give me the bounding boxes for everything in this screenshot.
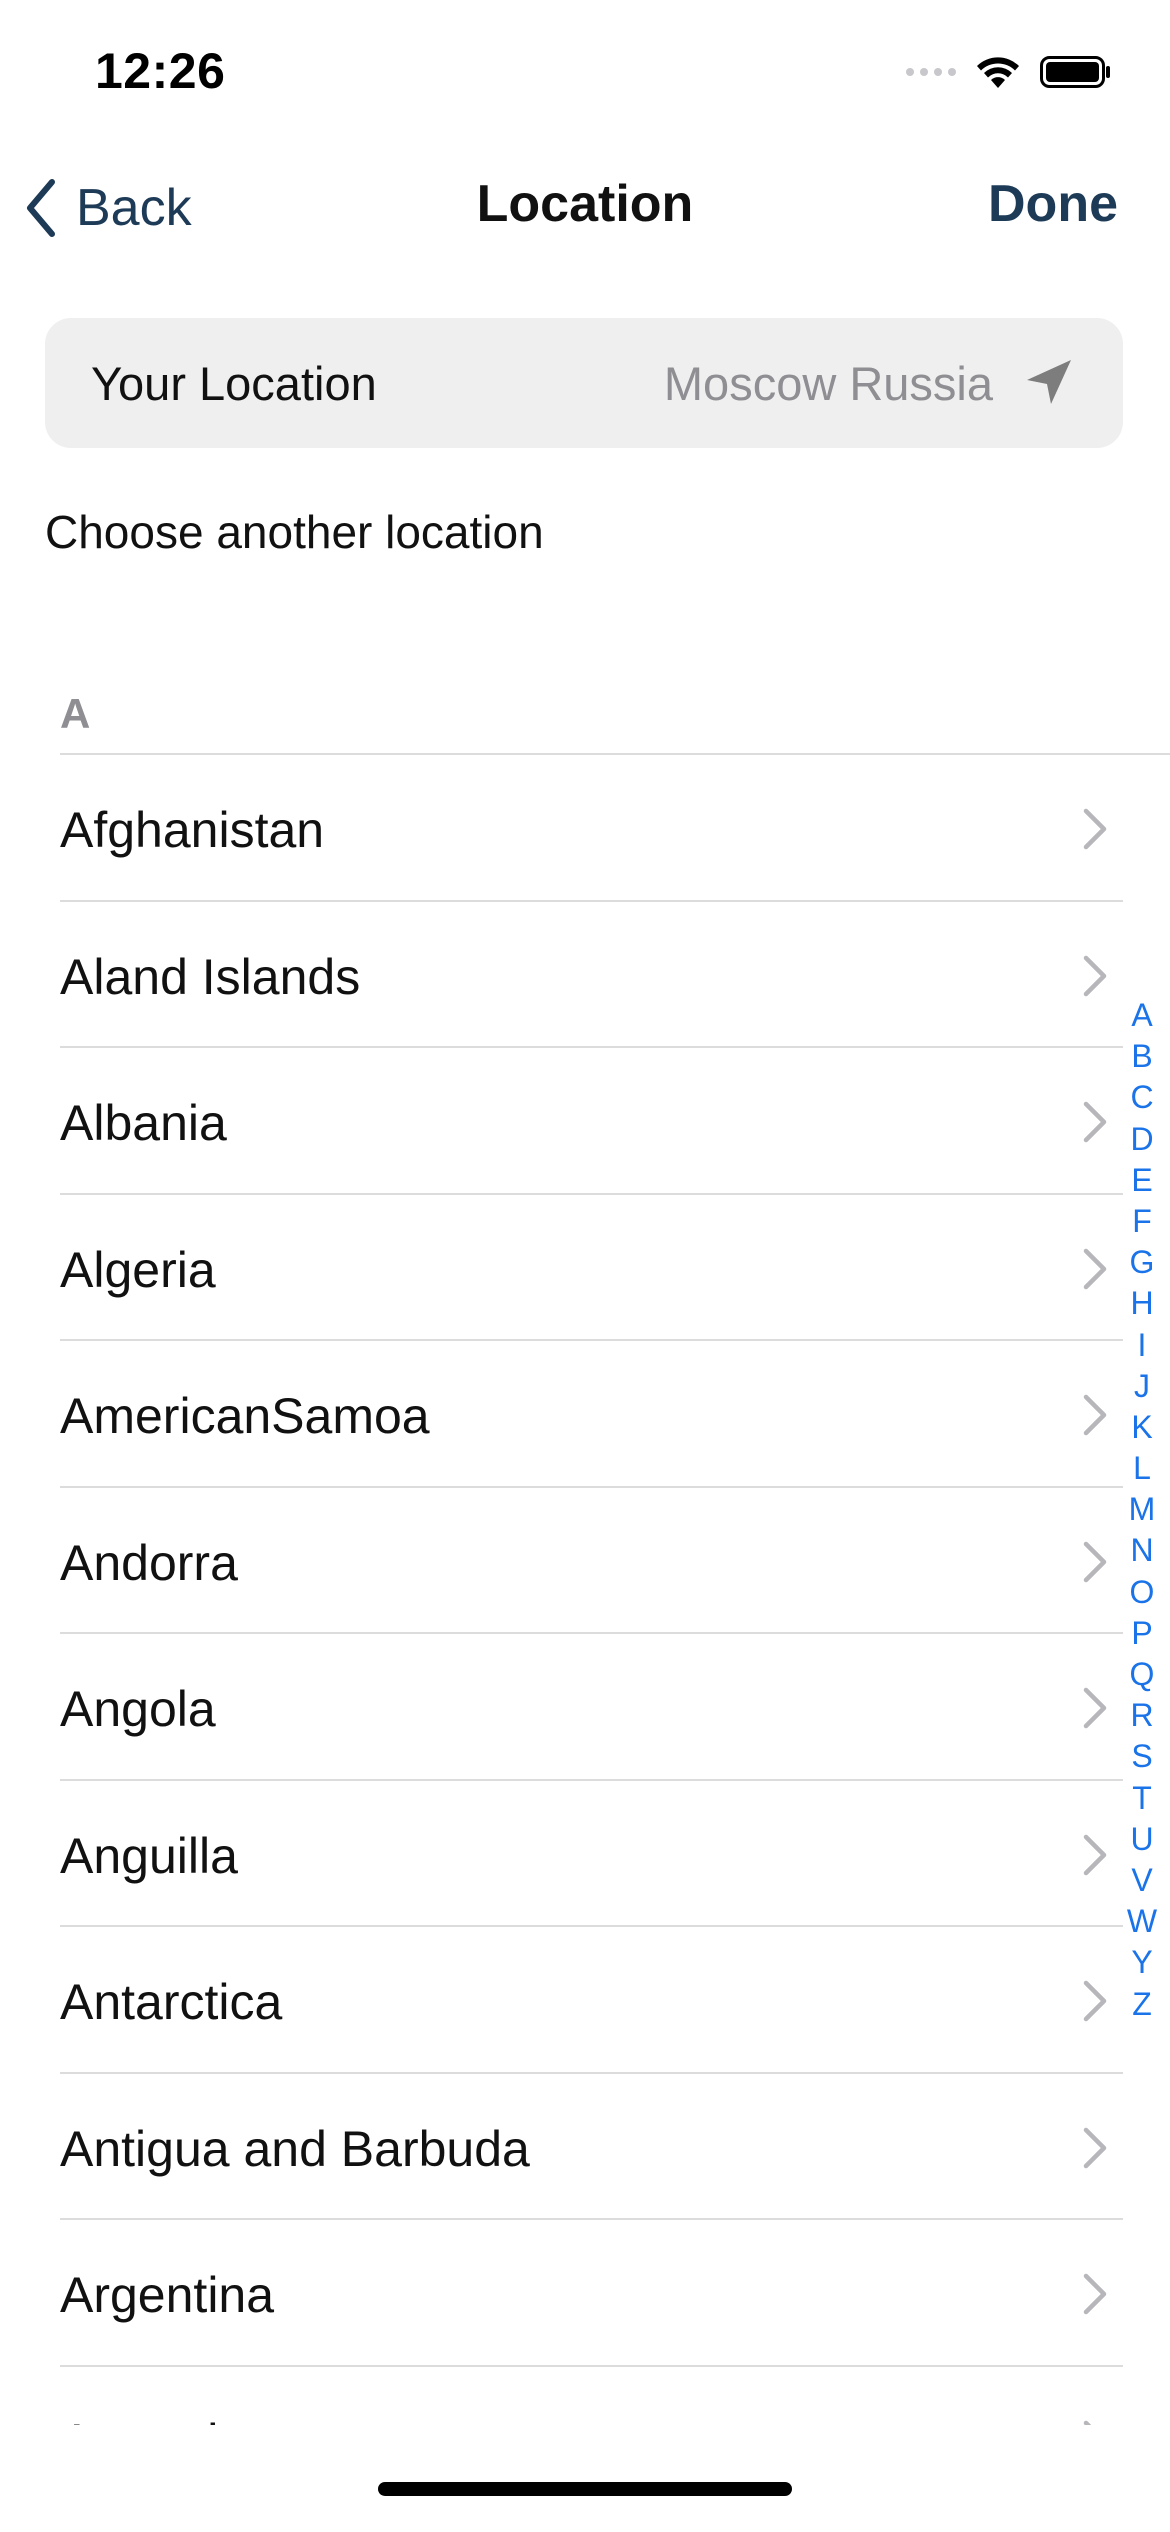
chevron-right-icon <box>1083 2127 1107 2168</box>
section-header-a: A <box>60 690 91 737</box>
index-letter-l[interactable]: L <box>1133 1448 1151 1489</box>
index-letter-k[interactable]: K <box>1131 1407 1152 1448</box>
country-name: Antigua and Barbuda <box>60 2120 530 2177</box>
country-name: Algeria <box>60 1241 216 1298</box>
chevron-right-icon <box>1083 2420 1092 2425</box>
done-button[interactable]: Done <box>988 174 1118 234</box>
country-list: Afghanistan Aland Islands Albania Algeri… <box>0 755 1170 2425</box>
wifi-icon <box>977 57 1019 88</box>
country-row[interactable]: Albania <box>0 1048 1170 1195</box>
index-letter-m[interactable]: M <box>1129 1489 1156 1530</box>
choose-another-location-label: Choose another location <box>45 506 544 558</box>
index-letter-z[interactable]: Z <box>1132 1984 1152 2025</box>
chevron-right-icon <box>1083 1101 1107 1143</box>
country-row[interactable]: Andorra <box>0 1488 1170 1635</box>
country-row[interactable]: Angola <box>0 1634 1170 1781</box>
index-letter-q[interactable]: Q <box>1130 1654 1155 1695</box>
country-name: Angola <box>60 1681 216 1737</box>
home-indicator[interactable] <box>378 2482 792 2496</box>
country-row[interactable]: Anguilla <box>0 1781 1170 1928</box>
battery-icon <box>1040 56 1110 88</box>
cellular-signal-icon <box>906 68 956 76</box>
chevron-right-icon <box>1083 1687 1107 1729</box>
country-name: Albania <box>60 1095 227 1151</box>
chevron-right-icon <box>1083 808 1107 850</box>
status-icons <box>906 52 1112 92</box>
chevron-right-icon <box>1083 955 1107 996</box>
country-row[interactable]: AmericanSamoa <box>0 1341 1170 1488</box>
index-letter-r[interactable]: R <box>1130 1695 1153 1736</box>
country-row[interactable]: Afghanistan <box>0 755 1170 902</box>
country-row[interactable]: Argentina <box>0 2220 1170 2367</box>
chevron-right-icon <box>1083 1980 1107 2022</box>
index-letter-u[interactable]: U <box>1130 1819 1153 1860</box>
country-name: Andorra <box>60 1534 238 1591</box>
index-letter-w[interactable]: W <box>1127 1901 1157 1942</box>
index-letter-j[interactable]: J <box>1134 1366 1150 1407</box>
chevron-right-icon <box>1083 1834 1107 1875</box>
country-name: Armenia <box>60 2413 246 2426</box>
chevron-right-icon <box>1083 1394 1107 1436</box>
index-letter-s[interactable]: S <box>1131 1736 1152 1777</box>
country-name: Aland Islands <box>60 948 361 1005</box>
navigation-bar: Back Location Done <box>0 160 1170 255</box>
index-letter-t[interactable]: T <box>1132 1778 1152 1819</box>
index-letter-g[interactable]: G <box>1130 1242 1155 1283</box>
chevron-right-icon <box>1083 2273 1107 2315</box>
index-letter-a[interactable]: A <box>1131 995 1152 1036</box>
country-row[interactable]: Antigua and Barbuda <box>0 2074 1170 2221</box>
index-letter-n[interactable]: N <box>1130 1530 1153 1571</box>
status-time: 12:26 <box>95 43 226 99</box>
your-location-value: Moscow Russia <box>663 357 993 410</box>
your-location-row[interactable]: Your Location Moscow Russia <box>45 318 1123 448</box>
country-row[interactable]: Antarctica <box>0 1927 1170 2074</box>
index-letter-v[interactable]: V <box>1131 1860 1152 1901</box>
country-row[interactable]: Algeria <box>0 1195 1170 1342</box>
index-letter-y[interactable]: Y <box>1131 1942 1152 1983</box>
chevron-right-icon <box>1083 1248 1107 1289</box>
index-letter-p[interactable]: P <box>1131 1613 1152 1654</box>
alphabet-index[interactable]: A B C D E F G H I J K L M N O P Q R S T … <box>1122 995 1162 2025</box>
index-letter-f[interactable]: F <box>1132 1201 1152 1242</box>
location-arrow-icon <box>1027 360 1071 404</box>
index-letter-e[interactable]: E <box>1131 1160 1152 1201</box>
country-name: Antarctica <box>60 1974 283 2030</box>
index-letter-d[interactable]: D <box>1130 1119 1153 1160</box>
status-bar: 12:26 <box>0 0 1170 145</box>
index-letter-i[interactable]: I <box>1138 1325 1147 1366</box>
index-letter-c[interactable]: C <box>1130 1077 1153 1118</box>
your-location-label: Your Location <box>91 357 377 410</box>
country-name: AmericanSamoa <box>60 1388 430 1444</box>
index-letter-h[interactable]: H <box>1130 1283 1153 1324</box>
country-row[interactable]: Aland Islands <box>0 902 1170 1049</box>
country-name: Argentina <box>60 2267 275 2323</box>
chevron-right-icon <box>1083 1541 1107 1582</box>
country-row[interactable]: Armenia <box>0 2367 1170 2426</box>
index-letter-o[interactable]: O <box>1130 1572 1155 1613</box>
index-letter-b[interactable]: B <box>1131 1036 1152 1077</box>
country-name: Anguilla <box>60 1827 238 1884</box>
country-name: Afghanistan <box>60 802 325 858</box>
